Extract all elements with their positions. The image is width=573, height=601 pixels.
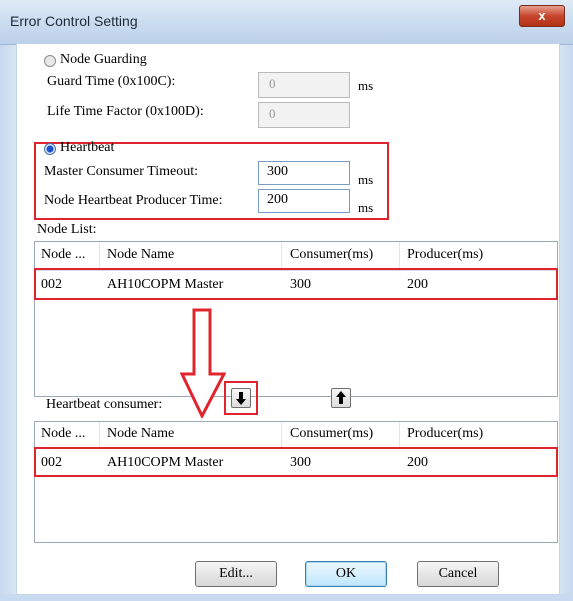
node-list-label: Node List:	[37, 222, 97, 237]
consumer-timeout-field[interactable]: 300	[258, 161, 350, 185]
title-bar[interactable]: Error Control Setting x	[0, 0, 573, 45]
column-header[interactable]: Producer(ms)	[407, 247, 483, 263]
producer-time-unit: ms	[358, 200, 374, 215]
node-list-row-highlight	[34, 268, 558, 300]
edit-button[interactable]: Edit...	[195, 561, 277, 587]
arrow-down-icon	[236, 392, 246, 405]
move-down-button[interactable]	[231, 388, 251, 408]
column-divider	[99, 242, 100, 270]
arrow-up-icon	[336, 391, 346, 404]
column-header[interactable]: Producer(ms)	[407, 426, 483, 442]
cancel-button[interactable]: Cancel	[417, 561, 499, 587]
down-arrow-annotation-icon	[180, 308, 226, 418]
life-time-factor-field[interactable]: 0	[258, 102, 350, 128]
consumer-timeout-unit: ms	[358, 172, 374, 187]
column-header[interactable]: Node Name	[107, 247, 174, 263]
window-frame-bottom	[0, 594, 573, 601]
move-up-button[interactable]	[331, 388, 351, 408]
column-header[interactable]: Node ...	[41, 426, 85, 442]
node-guarding-radio[interactable]	[44, 55, 56, 67]
close-button[interactable]: x	[519, 5, 565, 27]
node-list-table[interactable]: Node ... Node Name Consumer(ms) Producer…	[34, 241, 558, 397]
producer-time-field[interactable]: 200	[258, 189, 350, 213]
column-divider	[99, 422, 100, 448]
column-header[interactable]: Node ...	[41, 247, 85, 263]
column-header[interactable]: Consumer(ms)	[290, 247, 373, 263]
guard-time-field[interactable]: 0	[258, 72, 350, 98]
window-title: Error Control Setting	[10, 13, 138, 29]
column-divider	[281, 422, 282, 448]
guard-time-label: Guard Time (0x100C):	[47, 74, 176, 89]
column-divider	[399, 242, 400, 270]
ok-button[interactable]: OK	[305, 561, 387, 587]
heartbeat-consumer-header: Node ... Node Name Consumer(ms) Producer…	[35, 422, 557, 449]
life-time-factor-label: Life Time Factor (0x100D):	[47, 104, 204, 119]
heartbeat-label: Heartbeat	[60, 140, 115, 155]
column-divider	[281, 242, 282, 270]
node-list-header: Node ... Node Name Consumer(ms) Producer…	[35, 242, 557, 271]
guard-time-unit: ms	[358, 78, 374, 93]
column-divider	[399, 422, 400, 448]
heartbeat-consumer-row-highlight	[34, 447, 558, 477]
heartbeat-consumer-label: Heartbeat consumer:	[46, 397, 163, 412]
producer-time-label: Node Heartbeat Producer Time:	[44, 193, 223, 208]
column-header[interactable]: Node Name	[107, 426, 174, 442]
node-guarding-label: Node Guarding	[60, 52, 147, 67]
heartbeat-radio[interactable]	[44, 143, 56, 155]
column-header[interactable]: Consumer(ms)	[290, 426, 373, 442]
close-icon: x	[538, 8, 546, 23]
heartbeat-consumer-table[interactable]: Node ... Node Name Consumer(ms) Producer…	[34, 421, 558, 543]
consumer-timeout-label: Master Consumer Timeout:	[44, 164, 199, 179]
